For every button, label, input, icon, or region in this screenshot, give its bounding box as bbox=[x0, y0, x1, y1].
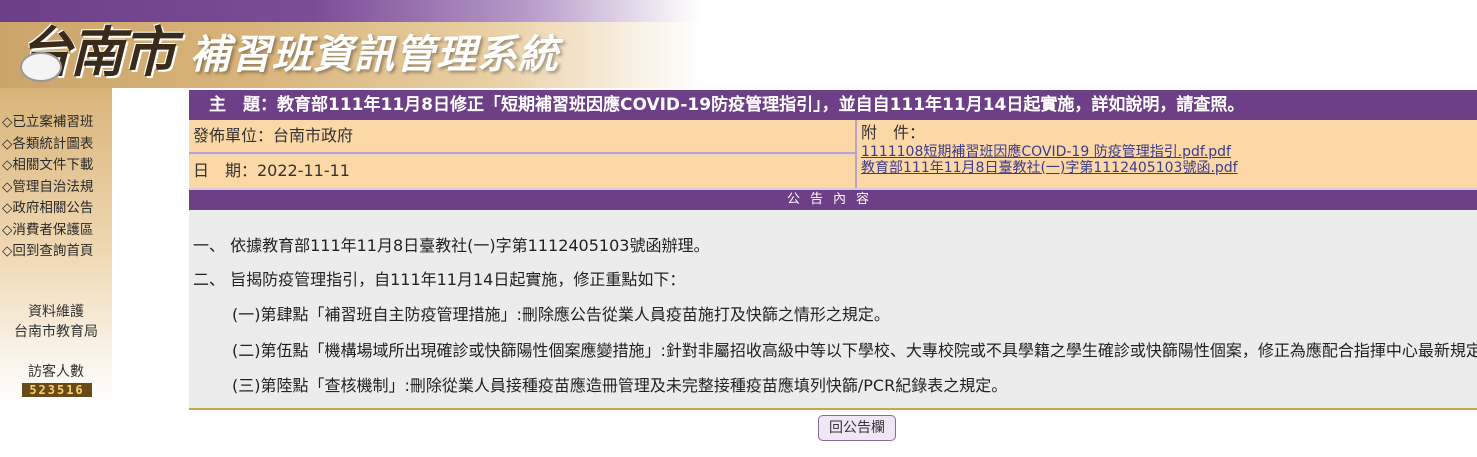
sidebar: ◇已立案補習班 ◇各類統計圖表 ◇相關文件下載 ◇管理自治法規 ◇政府相關公告 … bbox=[0, 88, 112, 457]
publisher: 發佈單位：台南市政府 bbox=[189, 120, 855, 154]
sidebar-item-document-downloads[interactable]: ◇相關文件下載 bbox=[2, 155, 93, 177]
visitor-counter: 523516 bbox=[22, 383, 92, 397]
paragraph-2: 二、 旨揭防疫管理指引，自111年11月14日起實施，修正重點如下： bbox=[193, 270, 686, 289]
attachment-link-letter[interactable]: 教育部111年11月8日臺教社(一)字第1112405103號函.pdf bbox=[861, 160, 1477, 176]
publish-date: 日 期：2022-11-11 bbox=[189, 154, 855, 188]
sidebar-item-consumer-protection[interactable]: ◇消費者保護區 bbox=[2, 220, 93, 242]
maintainer-label: 資料維護 bbox=[28, 304, 84, 320]
attachment-link-guideline[interactable]: 1111108短期補習班因應COVID-19 防疫管理指引.pdf.pdf bbox=[861, 144, 1477, 160]
info-left: 發佈單位：台南市政府 日 期：2022-11-11 bbox=[189, 120, 855, 188]
content-header: 公告內容 bbox=[189, 188, 1477, 210]
sidebar-menu: ◇已立案補習班 ◇各類統計圖表 ◇相關文件下載 ◇管理自治法規 ◇政府相關公告 … bbox=[2, 112, 93, 263]
sidebar-item-statistics-charts[interactable]: ◇各類統計圖表 bbox=[2, 134, 93, 156]
sidebar-item-query-home[interactable]: ◇回到查詢首頁 bbox=[2, 241, 93, 263]
sidebar-item-regulations[interactable]: ◇管理自治法規 bbox=[2, 177, 93, 199]
back-to-bulletin-button[interactable]: 回公告欄 bbox=[818, 415, 896, 441]
paragraph-2-item-2: (二)第伍點「機構場域所出現確診或快篩陽性個案應變措施」:針對非屬招收高級中等以… bbox=[232, 341, 1477, 360]
sidebar-item-registered-cram-schools[interactable]: ◇已立案補習班 bbox=[2, 112, 93, 134]
visitor-label: 訪客人數 bbox=[28, 364, 84, 380]
subject-bar: 主 題：教育部111年11月8日修正「短期補習班因應COVID-19防疫管理指引… bbox=[189, 90, 1477, 120]
paragraph-1: 一、 依據教育部111年11月8日臺教社(一)字第1112405103號函辦理。 bbox=[193, 236, 710, 255]
info-row: 發佈單位：台南市政府 日 期：2022-11-11 附 件： 1111108短期… bbox=[189, 120, 1477, 188]
paragraph-2-item-3: (三)第陸點「查核機制」:刪除從業人員接種疫苗應造冊管理及未完整接種疫苗應填列快… bbox=[232, 376, 1008, 395]
system-title: 補習班資訊管理系統 bbox=[190, 32, 559, 78]
attachment-label: 附 件： bbox=[861, 123, 926, 142]
mouse-icon bbox=[20, 52, 62, 82]
maintainer-name: 台南市教育局 bbox=[14, 324, 98, 340]
sidebar-item-government-notices[interactable]: ◇政府相關公告 bbox=[2, 198, 93, 220]
paragraph-2-item-1: (一)第肆點「補習班自主防疫管理措施」:刪除應公告從業人員疫苗施打及快篩之情形之… bbox=[232, 305, 890, 324]
attachments-cell: 附 件： 1111108短期補習班因應COVID-19 防疫管理指引.pdf.p… bbox=[855, 120, 1477, 188]
